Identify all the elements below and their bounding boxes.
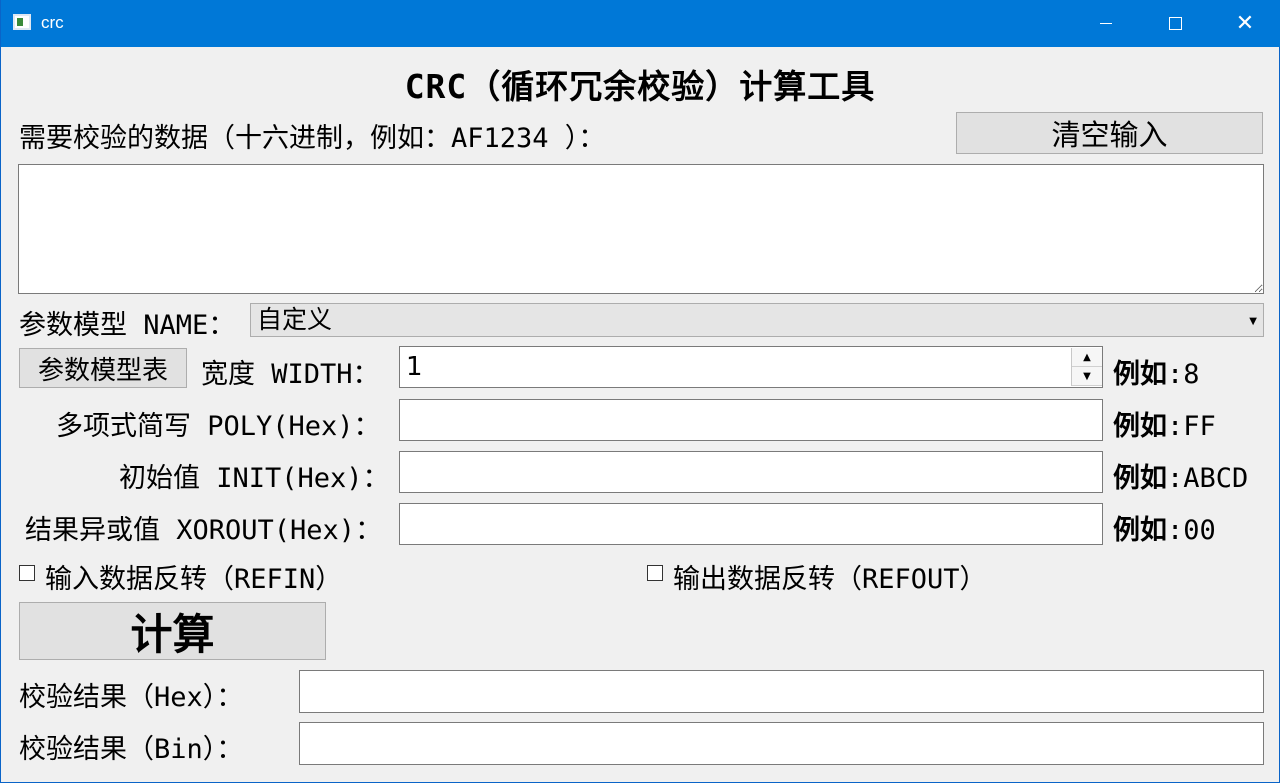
width-spinbox[interactable]: [399, 346, 1103, 388]
result-hex-label: 校验结果（Hex）：: [19, 682, 244, 713]
poly-example-prefix: 例如: [1113, 411, 1167, 442]
page-title: CRC（循环冗余校验）计算工具: [404, 67, 876, 106]
maximize-button[interactable]: [1152, 0, 1198, 47]
xorout-field[interactable]: [399, 503, 1103, 545]
spin-up-icon[interactable]: ▲: [1072, 348, 1102, 367]
minimize-button[interactable]: [1083, 0, 1129, 47]
app-window: crc ✕ CRC（循环冗余校验）计算工具 需要校验的数据（十六进制，例如：AF…: [0, 0, 1280, 783]
refin-label[interactable]: 输入数据反转（REFIN）: [45, 557, 342, 596]
maximize-icon: [1168, 17, 1182, 30]
result-bin-label: 校验结果（Bin）：: [19, 734, 244, 765]
spin-down-icon[interactable]: ▼: [1072, 367, 1102, 386]
result-bin-input[interactable]: [300, 723, 1263, 764]
clear-input-button[interactable]: 清空输入: [956, 112, 1263, 154]
refout-checkbox[interactable]: [647, 565, 663, 581]
xorout-example-value: :00: [1167, 515, 1216, 546]
poly-example: 例如:FF: [1113, 404, 1216, 443]
input-data-label: 需要校验的数据（十六进制，例如：AF1234 ）：: [19, 123, 606, 154]
refout-label[interactable]: 输出数据反转（REFOUT）: [673, 557, 987, 596]
width-spin-buttons[interactable]: ▲ ▼: [1071, 348, 1102, 386]
result-hex-field[interactable]: [299, 670, 1264, 713]
result-bin-field[interactable]: [299, 722, 1264, 765]
model-table-button[interactable]: 参数模型表: [19, 348, 187, 388]
close-button[interactable]: ✕: [1222, 0, 1268, 47]
xorout-example: 例如:00: [1113, 508, 1216, 547]
result-hex-input[interactable]: [300, 671, 1263, 712]
app-icon: [13, 14, 31, 30]
init-example-value: :ABCD: [1167, 463, 1249, 494]
refin-checkbox[interactable]: [19, 565, 35, 581]
init-field[interactable]: [399, 451, 1103, 493]
calculate-button[interactable]: 计算: [19, 602, 326, 660]
init-example: 例如:ABCD: [1113, 456, 1248, 495]
width-example-prefix: 例如: [1113, 359, 1167, 390]
poly-field[interactable]: [399, 399, 1103, 441]
model-select[interactable]: 自定义 ▼: [250, 303, 1264, 337]
width-example-value: :8: [1167, 359, 1200, 390]
width-example: 例如:8: [1113, 352, 1200, 391]
poly-input[interactable]: [400, 400, 1102, 440]
window-title: crc: [41, 13, 64, 32]
xorout-label: 结果异或值 XOROUT(Hex)：: [25, 515, 383, 546]
poly-example-value: :FF: [1167, 411, 1216, 442]
poly-label: 多项式简写 POLY(Hex)：: [56, 411, 381, 442]
close-icon: ✕: [1235, 11, 1255, 36]
chevron-down-icon: ▼: [1249, 316, 1257, 327]
input-data-field[interactable]: [18, 164, 1264, 294]
width-label: 宽度 WIDTH：: [201, 359, 380, 390]
init-label: 初始值 INIT(Hex)：: [119, 463, 390, 494]
init-example-prefix: 例如: [1113, 463, 1167, 494]
minimize-icon: [1100, 23, 1112, 24]
title-bar[interactable]: crc ✕: [1, 0, 1280, 47]
input-data-textarea[interactable]: [19, 165, 1263, 293]
xorout-input[interactable]: [400, 504, 1102, 544]
model-selected-value: 自定义: [257, 305, 333, 334]
init-input[interactable]: [400, 452, 1102, 492]
xorout-example-prefix: 例如: [1113, 515, 1167, 546]
width-input[interactable]: [400, 347, 1102, 387]
model-label: 参数模型 NAME：: [19, 310, 236, 341]
